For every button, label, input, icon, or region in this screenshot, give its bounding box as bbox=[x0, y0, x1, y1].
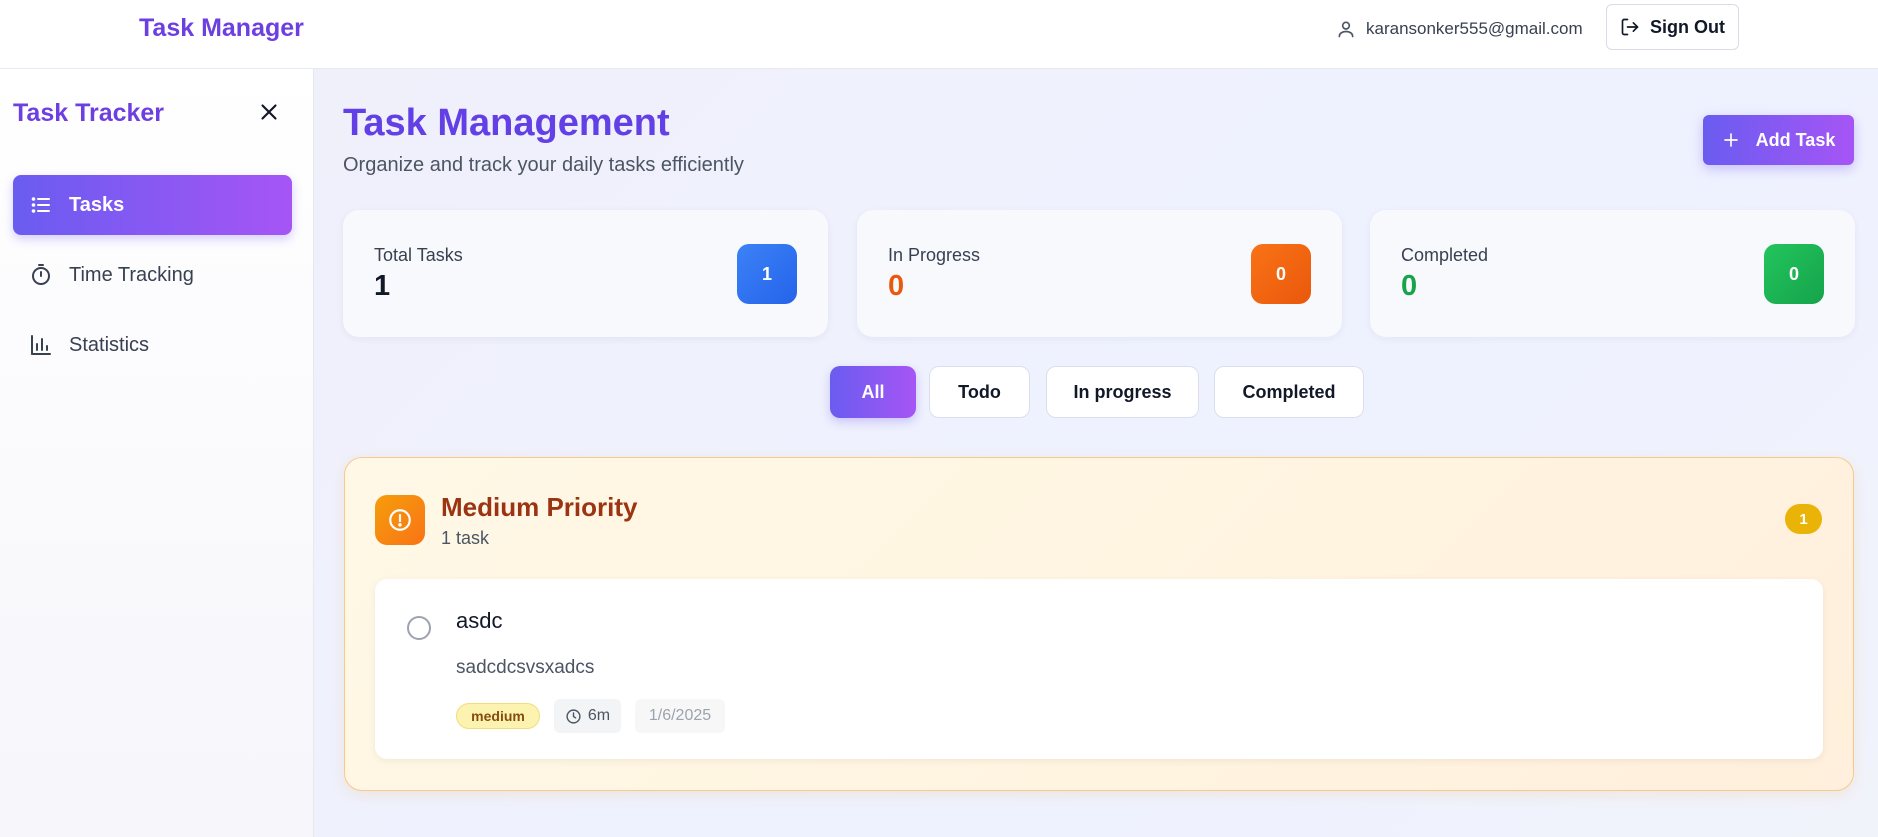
plus-icon bbox=[1723, 133, 1738, 147]
stat-label: Completed bbox=[1401, 245, 1489, 265]
priority-group-medium: Medium Priority 1 task 1 asdc sadcdcsvsx… bbox=[344, 457, 1854, 791]
stat-badge: 0 bbox=[1251, 244, 1311, 304]
stat-label: Total Tasks bbox=[374, 245, 463, 265]
stat-badge: 1 bbox=[737, 244, 797, 304]
sign-out-icon bbox=[1621, 18, 1639, 36]
stopwatch-icon bbox=[32, 264, 50, 285]
sidebar-item-label: Statistics bbox=[69, 333, 150, 356]
sidebar-item-label: Tasks bbox=[69, 193, 125, 216]
group-count-badge: 1 bbox=[1785, 504, 1822, 534]
sidebar: Task Tracker Tasks Time Tracking Statist… bbox=[0, 69, 314, 837]
add-task-label: Add Task bbox=[1755, 129, 1836, 150]
date-tag: 1/6/2025 bbox=[635, 699, 725, 733]
task-title: asdc bbox=[456, 608, 503, 633]
add-task-button[interactable]: Add Task bbox=[1703, 115, 1854, 165]
sidebar-item-label: Time Tracking bbox=[69, 263, 194, 286]
sign-out-button[interactable]: Sign Out bbox=[1606, 4, 1739, 50]
list-icon bbox=[31, 197, 50, 213]
group-title: Medium Priority bbox=[441, 492, 638, 522]
page-title: Task Management bbox=[343, 102, 670, 144]
user-icon bbox=[1338, 21, 1354, 38]
priority-tag: medium bbox=[456, 703, 540, 729]
task-card[interactable]: asdc sadcdcsvsxadcs medium 6m 1/6/2025 bbox=[375, 579, 1823, 759]
top-bar: Task Manager karansonker555@gmail.com Si… bbox=[0, 0, 1878, 69]
app-brand[interactable]: Task Manager bbox=[139, 14, 304, 43]
close-icon[interactable] bbox=[256, 99, 282, 125]
alert-circle-icon bbox=[389, 509, 411, 531]
sidebar-item-tasks[interactable]: Tasks bbox=[13, 175, 292, 235]
time-tag: 6m bbox=[554, 699, 621, 733]
page-subtitle: Organize and track your daily tasks effi… bbox=[343, 154, 744, 176]
main-content: Task Management Organize and track your … bbox=[314, 69, 1878, 837]
filter-all[interactable]: All bbox=[830, 366, 916, 418]
sign-out-label: Sign Out bbox=[1650, 16, 1725, 37]
sidebar-item-time-tracking[interactable]: Time Tracking bbox=[13, 245, 292, 305]
time-value: 6m bbox=[587, 707, 611, 724]
stat-card-total: Total Tasks 1 1 bbox=[343, 210, 828, 337]
stat-card-in-progress: In Progress 0 0 bbox=[857, 210, 1342, 337]
filter-completed[interactable]: Completed bbox=[1214, 366, 1364, 418]
filter-in-progress[interactable]: In progress bbox=[1046, 366, 1199, 418]
priority-badge bbox=[375, 495, 425, 545]
user-email: karansonker555@gmail.com bbox=[1366, 19, 1583, 38]
task-description: sadcdcsvsxadcs bbox=[456, 657, 595, 678]
bar-chart-icon bbox=[31, 335, 51, 355]
sidebar-item-statistics[interactable]: Statistics bbox=[13, 315, 292, 375]
filter-todo[interactable]: Todo bbox=[929, 366, 1030, 418]
stat-label: In Progress bbox=[888, 245, 981, 265]
stat-card-completed: Completed 0 0 bbox=[1370, 210, 1855, 337]
stat-badge: 0 bbox=[1764, 244, 1824, 304]
user-info: karansonker555@gmail.com bbox=[1336, 14, 1583, 44]
filter-bar: All Todo In progress Completed bbox=[314, 366, 1878, 418]
sidebar-title: Task Tracker bbox=[13, 99, 165, 127]
stat-value: 1 bbox=[374, 270, 391, 302]
clock-icon bbox=[566, 708, 581, 724]
group-task-count-label: 1 task bbox=[441, 528, 490, 548]
task-status-checkbox[interactable] bbox=[407, 616, 431, 640]
stat-value: 0 bbox=[888, 270, 905, 302]
stat-value: 0 bbox=[1401, 270, 1418, 302]
